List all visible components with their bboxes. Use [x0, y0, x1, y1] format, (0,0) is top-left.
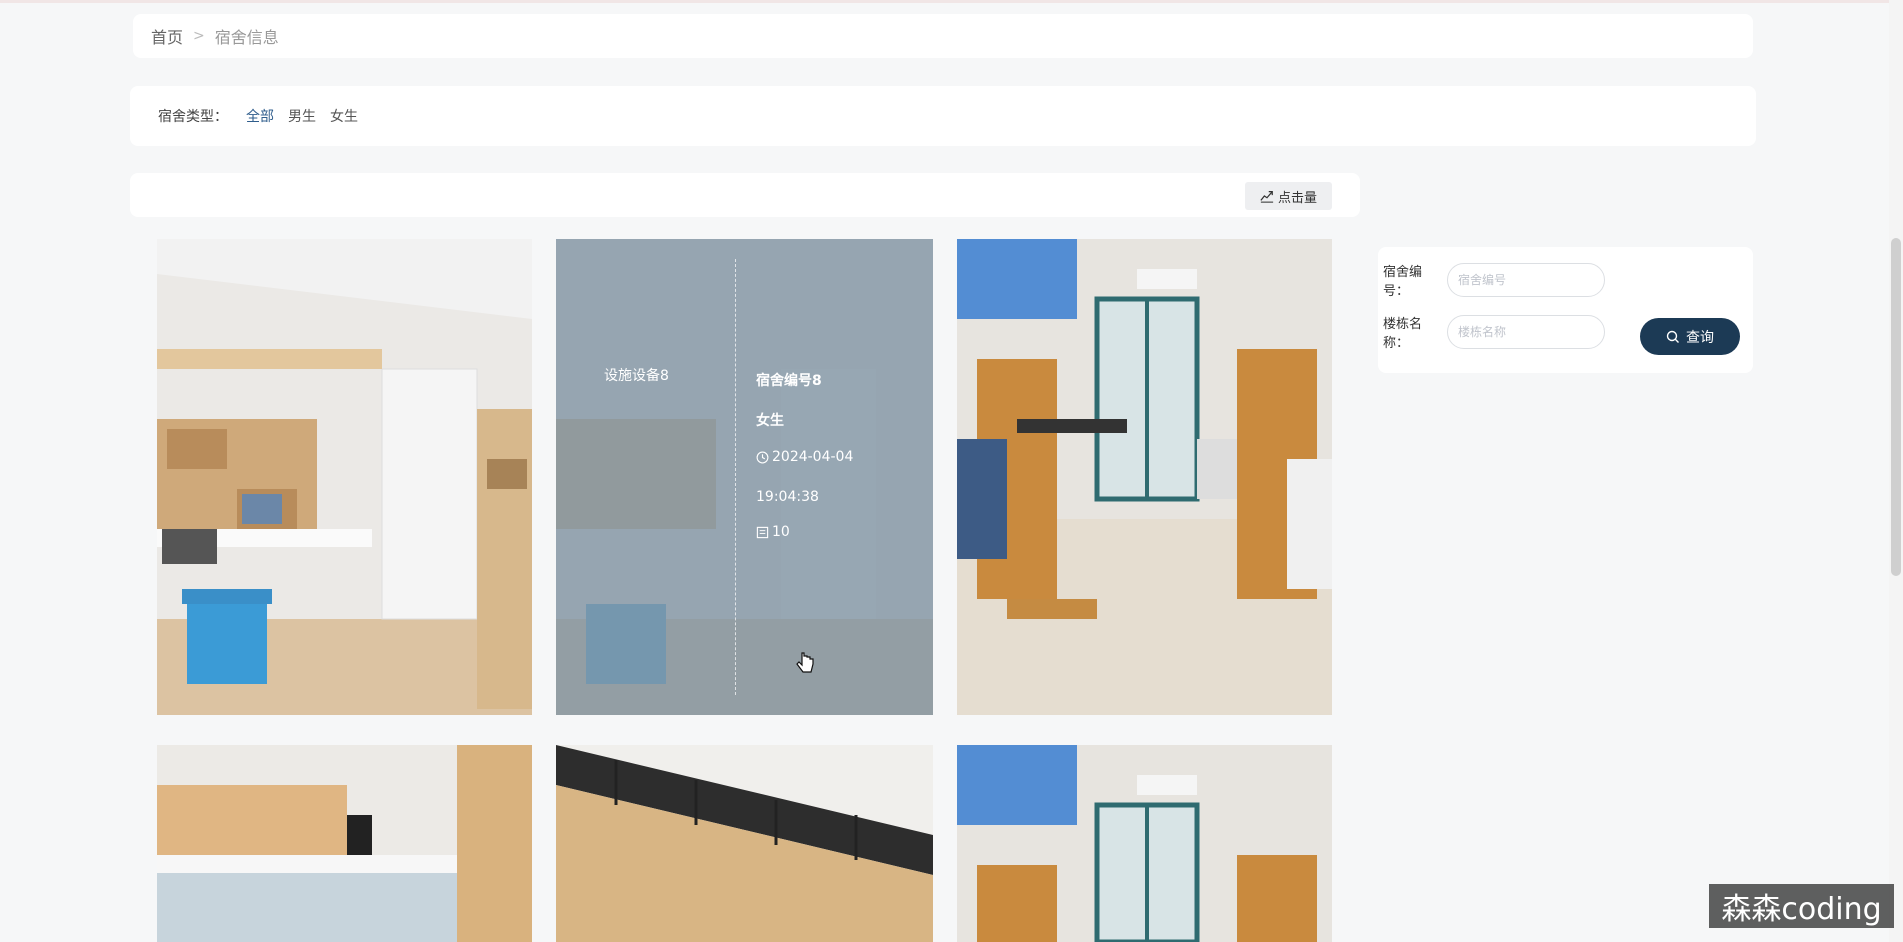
search-panel: 宿舍编号： 楼栋名称： 查询 [1378, 247, 1753, 373]
dorm-photo [957, 239, 1332, 715]
card-clicks-value: 10 [772, 524, 790, 540]
views-icon [756, 526, 769, 538]
dorm-card[interactable] [157, 239, 532, 715]
trend-icon [1260, 191, 1274, 203]
sort-bar: 点击量 [130, 173, 1360, 217]
card-time: 19:04:38 [756, 489, 819, 505]
card-date-value: 2024-04-04 [772, 449, 854, 465]
card-room-number: 宿舍编号8 [756, 373, 822, 389]
breadcrumb-separator: > [193, 28, 205, 44]
filter-option-male[interactable]: 男生 [288, 106, 316, 126]
top-border [0, 0, 1903, 3]
room-number-label: 宿舍编号： [1383, 265, 1423, 299]
dorm-photo [957, 745, 1332, 942]
dorm-photo [556, 745, 933, 942]
card-hover-overlay [556, 239, 933, 715]
query-button[interactable]: 查询 [1640, 318, 1740, 355]
dorm-photo [157, 239, 532, 715]
query-button-label: 查询 [1686, 328, 1714, 345]
breadcrumb: 首页 > 宿舍信息 [133, 14, 1753, 58]
building-name-label: 楼栋名称： [1383, 317, 1423, 351]
dorm-card[interactable] [556, 745, 933, 942]
breadcrumb-current: 宿舍信息 [214, 28, 279, 47]
card-facility: 设施设备8 [604, 368, 669, 384]
search-icon [1666, 330, 1679, 343]
card-gender: 女生 [756, 413, 784, 429]
dorm-type-filter: 宿舍类型： 全部 男生 女生 [130, 86, 1756, 146]
overlay-divider [735, 259, 736, 695]
building-name-row: 楼栋名称： [1383, 313, 1605, 351]
scrollbar-track[interactable] [1889, 0, 1903, 942]
filter-option-all[interactable]: 全部 [246, 106, 274, 126]
scrollbar-thumb[interactable] [1891, 238, 1901, 576]
pointer-cursor-icon [796, 652, 814, 673]
dorm-card[interactable] [957, 239, 1332, 715]
filter-option-female[interactable]: 女生 [330, 106, 358, 126]
dorm-card[interactable] [157, 745, 532, 942]
room-number-row: 宿舍编号： [1383, 261, 1605, 299]
watermark: 森森coding [1709, 884, 1894, 928]
dorm-card[interactable] [957, 745, 1332, 942]
dorm-card[interactable]: 设施设备8 宿舍编号8 女生 2024-04-04 19:04:38 10 [556, 239, 933, 715]
dorm-type-label: 宿舍类型： [158, 109, 228, 125]
dorm-photo [157, 745, 532, 942]
clock-icon [756, 451, 769, 463]
breadcrumb-home-link[interactable]: 首页 [151, 24, 183, 48]
sort-by-clicks-label: 点击量 [1277, 190, 1317, 206]
room-number-input[interactable] [1447, 263, 1605, 297]
building-name-input[interactable] [1447, 315, 1605, 349]
card-clicks: 10 [756, 524, 790, 540]
card-date: 2024-04-04 [756, 449, 853, 465]
sort-by-clicks-button[interactable]: 点击量 [1245, 182, 1332, 210]
